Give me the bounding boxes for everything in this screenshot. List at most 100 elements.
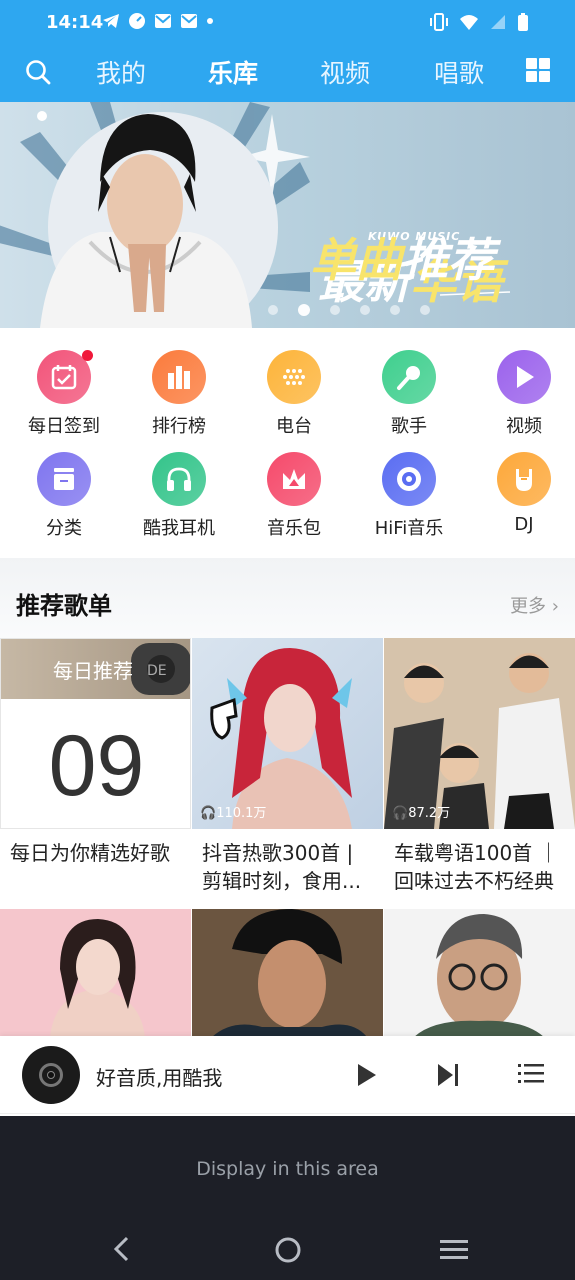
shortcut-label: 音乐包: [267, 518, 321, 539]
shortcut-label: 歌手: [391, 416, 427, 437]
playlist-card-cantonese[interactable]: 🎧87.2万 车载粤语100首 ｜ 回味过去不朽经典: [384, 638, 575, 908]
search-icon[interactable]: [24, 58, 52, 86]
shortcut-category[interactable]: 分类: [14, 452, 114, 540]
shortcut-label: 视频: [506, 416, 542, 437]
play-count-value: 110.1万: [216, 806, 267, 821]
mail-icon-2: [181, 14, 197, 28]
caption-line1: 车载粤语100首 ｜: [394, 841, 559, 865]
promo-banner[interactable]: KUWO MUSIC 最新华语 单曲推荐: [0, 102, 575, 328]
playlist-caption: 车载粤语100首 ｜ 回味过去不朽经典: [394, 839, 559, 895]
pagination-dot: [420, 305, 430, 315]
vinyl-icon: [382, 452, 436, 506]
mail-icon: [155, 14, 171, 28]
shortcut-label: 酷我耳机: [143, 518, 215, 539]
daily-cover: DE 每日推荐 09: [0, 638, 191, 829]
playlist-card-daily[interactable]: DE 每日推荐 09 每日为你精选好歌: [0, 638, 191, 908]
next-icon[interactable]: [436, 1062, 460, 1088]
play-icon[interactable]: [356, 1062, 378, 1088]
shortcut-play[interactable]: 视频: [474, 350, 574, 438]
shortcut-label: 排行榜: [152, 416, 206, 437]
play-icon: [497, 350, 551, 404]
telegram-icon: [103, 14, 119, 28]
shortcut-calendar-check[interactable]: 每日签到: [14, 350, 114, 438]
douyin-cover: 🎧110.1万: [192, 638, 383, 829]
shortcut-crown[interactable]: 音乐包: [244, 452, 344, 540]
vibrate-icon: [430, 13, 448, 31]
recents-icon[interactable]: [440, 1238, 468, 1262]
cover-artwork: [384, 638, 575, 829]
playlist-caption: 每日为你精选好歌: [10, 841, 170, 865]
back-icon[interactable]: [112, 1236, 132, 1262]
recommended-playlists-header: 推荐歌单 更多 ›: [0, 558, 575, 638]
battery-icon: [518, 13, 528, 31]
cover-artwork: [192, 909, 383, 1037]
crown-icon: [267, 452, 321, 506]
headphones-icon: [152, 452, 206, 506]
chevron-right-icon: ›: [551, 596, 559, 617]
player-track-text: 好音质,用酷我: [96, 1066, 223, 1090]
pagination-dot: [390, 305, 400, 315]
tab-mine[interactable]: 我的: [96, 54, 146, 90]
shortcut-label: HiFi音乐: [374, 518, 444, 539]
pagination-dot: [330, 305, 340, 315]
radio-icon: [267, 350, 321, 404]
tab-video[interactable]: 视频: [320, 54, 370, 90]
system-status-icons: [429, 12, 529, 32]
shortcut-microphone[interactable]: 歌手: [359, 350, 459, 438]
mini-player[interactable]: 好音质,用酷我: [0, 1036, 575, 1114]
slogan-part-single: 单曲: [310, 233, 402, 287]
tab-sing[interactable]: 唱歌: [434, 54, 484, 90]
signal-icon: [491, 15, 505, 29]
caption-line2: 剪辑时刻，食用...: [202, 869, 362, 893]
play-count: 🎧87.2万: [392, 802, 450, 821]
cantonese-cover: 🎧87.2万: [384, 638, 575, 829]
playlist-caption: 抖音热歌300首 | 剪辑时刻，食用...: [202, 839, 361, 895]
pagination-dot: [268, 305, 278, 315]
tab-library[interactable]: 乐库: [208, 54, 258, 90]
shortcut-radio[interactable]: 电台: [244, 350, 344, 438]
speedometer-icon: [129, 13, 145, 29]
playlist-card-row2-2[interactable]: [192, 909, 383, 1037]
cover-artwork: [384, 909, 575, 1037]
cover-artwork: [0, 909, 191, 1037]
play-count-value: 87.2万: [408, 806, 451, 821]
shortcut-vinyl[interactable]: HiFi音乐: [359, 452, 459, 540]
shortcut-headphones[interactable]: 酷我耳机: [129, 452, 229, 540]
pagination-dot: [360, 305, 370, 315]
pagination-dot: [298, 304, 310, 316]
playlist-card-row2-1[interactable]: [0, 909, 191, 1037]
wifi-icon: [460, 15, 478, 30]
notification-icons: [102, 12, 214, 30]
shortcut-rock-hand[interactable]: DJ: [474, 452, 574, 535]
status-time: 14:14: [46, 12, 104, 33]
shortcut-bar-chart[interactable]: 排行榜: [129, 350, 229, 438]
grid-menu-icon[interactable]: [526, 58, 550, 82]
daily-date: 09: [48, 718, 145, 814]
album-disc-icon[interactable]: [22, 1046, 80, 1104]
shortcut-grid: 每日签到 排行榜 电台 歌手 视频分类 酷我耳机 音乐包 HiFi音乐 DJ: [0, 328, 575, 558]
more-link[interactable]: 更多 ›: [510, 592, 559, 618]
display-area-placeholder: Display in this area: [196, 1158, 379, 1180]
category-icon: [37, 452, 91, 506]
slogan-part-recommend: 推荐: [402, 233, 494, 287]
headphones-icon: 🎧: [200, 806, 217, 821]
artist-photo: [40, 114, 252, 328]
playlist-queue-icon[interactable]: [518, 1062, 544, 1086]
headphones-icon: 🎧: [392, 806, 409, 821]
shortcut-label: 分类: [46, 518, 82, 539]
status-bar: 14:14: [0, 0, 575, 46]
playlist-card-douyin[interactable]: 🎧110.1万 抖音热歌300首 | 剪辑时刻，食用...: [192, 638, 383, 908]
svg-text:DE: DE: [147, 663, 167, 679]
section-title: 推荐歌单: [16, 592, 112, 620]
shortcut-label: 电台: [276, 416, 312, 437]
banner-pagination: [268, 304, 430, 316]
microphone-icon: [382, 350, 436, 404]
more-label: 更多: [510, 596, 547, 617]
cover-artwork: [210, 648, 352, 829]
shortcut-label: DJ: [514, 514, 534, 535]
caption-line1: 抖音热歌300首 |: [202, 841, 354, 865]
calendar-check-icon: [37, 350, 93, 404]
playlist-card-row2-3[interactable]: [384, 909, 575, 1037]
caption-line2: 回味过去不朽经典: [394, 869, 554, 893]
home-icon[interactable]: [274, 1236, 302, 1264]
